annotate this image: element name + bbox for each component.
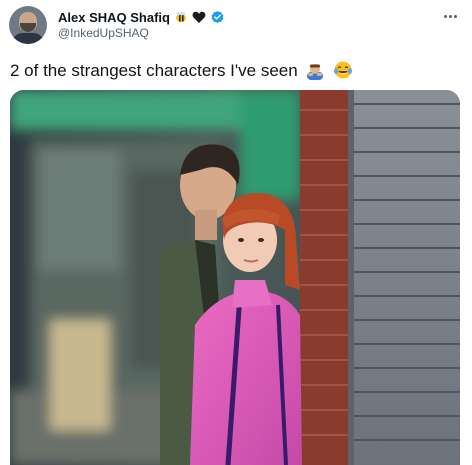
bee-icon (175, 11, 186, 22)
man-bowing-icon (307, 64, 324, 80)
author-handle[interactable]: @InkedUpSHAQ (58, 26, 149, 40)
verified-badge-icon (211, 10, 224, 23)
author-name-row: Alex SHAQ Shafiq (58, 8, 225, 26)
author-display-name[interactable]: Alex SHAQ Shafiq (58, 10, 170, 25)
dot-icon (443, 14, 447, 18)
tweet-text-body: 2 of the strangest characters I've seen (10, 61, 298, 80)
author-avatar[interactable] (9, 6, 47, 44)
face-with-tears-of-joy-icon (334, 61, 353, 79)
dot-icon (448, 14, 452, 18)
more-options-button[interactable] (440, 10, 460, 22)
black-heart-icon (192, 11, 206, 23)
photo-content (10, 90, 460, 465)
dot-icon (453, 14, 457, 18)
tweet-media-image[interactable] (10, 90, 460, 465)
tweet-text: 2 of the strangest characters I've seen (10, 60, 353, 82)
